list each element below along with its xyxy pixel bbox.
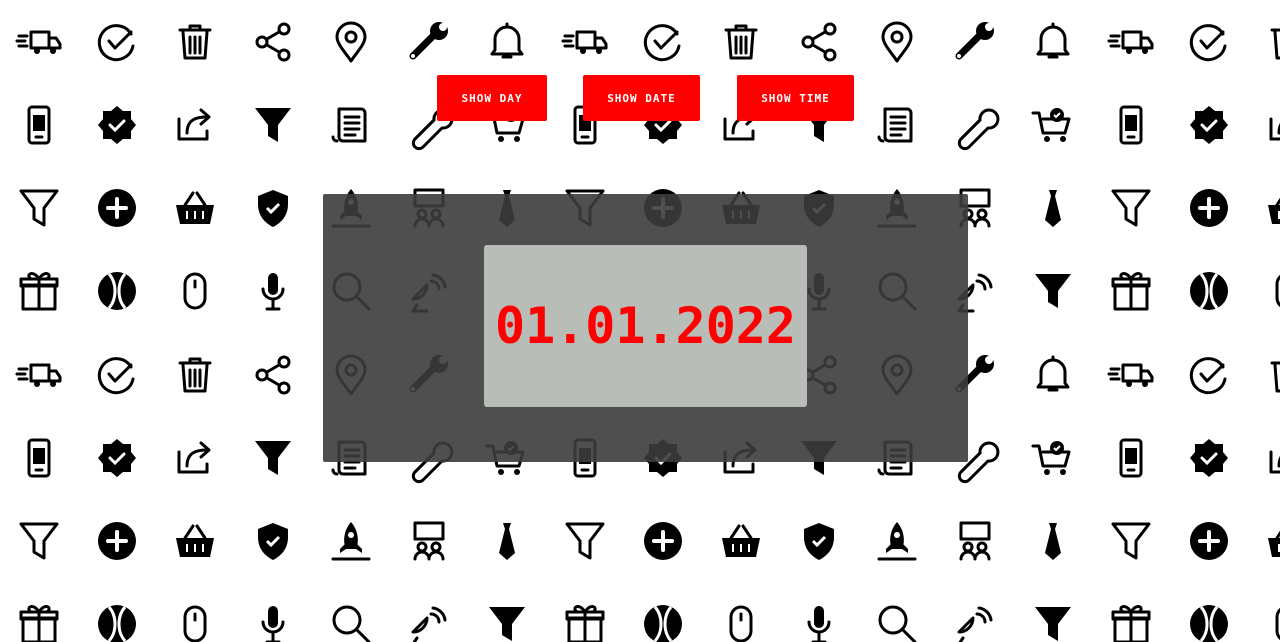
microphone-icon bbox=[261, 606, 285, 642]
filter-solid-icon bbox=[1035, 607, 1071, 641]
ball-icon bbox=[1190, 605, 1228, 642]
show-time-button[interactable]: SHOW TIME bbox=[737, 75, 854, 121]
wrench-icon bbox=[955, 22, 994, 60]
ball-icon bbox=[644, 605, 682, 642]
trash-icon bbox=[1270, 361, 1280, 393]
check-circle-icon bbox=[97, 24, 135, 62]
cart-check-icon bbox=[1031, 108, 1071, 142]
gift-icon bbox=[19, 272, 59, 311]
share-icon bbox=[801, 22, 837, 62]
shield-check-icon bbox=[258, 523, 288, 560]
scroll-icon bbox=[331, 107, 367, 143]
share-out-icon bbox=[1269, 450, 1280, 474]
check-circle-icon bbox=[97, 357, 135, 395]
share-icon bbox=[255, 355, 291, 395]
search-icon bbox=[878, 605, 917, 642]
truck-icon bbox=[15, 30, 62, 54]
filter-icon bbox=[19, 522, 59, 560]
ball-icon bbox=[98, 272, 136, 310]
basket-icon bbox=[176, 191, 214, 224]
tie-icon bbox=[499, 523, 515, 560]
show-date-button[interactable]: SHOW DATE bbox=[583, 75, 700, 121]
plus-circle-icon bbox=[98, 522, 136, 560]
bell-icon bbox=[1036, 355, 1070, 392]
microphone-icon bbox=[807, 606, 831, 642]
microphone-icon bbox=[261, 273, 285, 311]
share-icon bbox=[255, 22, 291, 62]
trash-icon bbox=[178, 24, 212, 60]
gift-icon bbox=[19, 605, 59, 642]
search-icon bbox=[332, 605, 371, 642]
bell-icon bbox=[490, 22, 524, 59]
filter-icon bbox=[1111, 522, 1151, 560]
meeting-icon bbox=[413, 521, 445, 561]
date-display-value: 01.01.2022 bbox=[494, 297, 797, 355]
plus-circle-icon bbox=[1190, 189, 1228, 227]
gift-icon bbox=[1111, 272, 1151, 311]
meeting-icon bbox=[959, 521, 991, 561]
filter-icon bbox=[19, 189, 59, 227]
truck-icon bbox=[1107, 30, 1154, 54]
truck-icon bbox=[15, 363, 62, 387]
verified-badge-icon bbox=[1190, 439, 1228, 477]
map-pin-icon bbox=[881, 21, 913, 63]
plus-circle-icon bbox=[644, 522, 682, 560]
verified-badge-icon bbox=[1190, 106, 1228, 144]
filter-solid-icon bbox=[1035, 274, 1071, 308]
wrench-outline-icon bbox=[957, 108, 1000, 151]
filter-solid-icon bbox=[255, 108, 291, 142]
rocket-icon bbox=[331, 522, 371, 561]
shield-check-icon bbox=[804, 523, 834, 560]
verified-badge-icon bbox=[98, 439, 136, 477]
bell-icon bbox=[1036, 22, 1070, 59]
satellite-icon bbox=[411, 606, 447, 642]
show-day-button[interactable]: SHOW DAY bbox=[437, 75, 547, 121]
verified-badge-icon bbox=[98, 106, 136, 144]
scroll-icon bbox=[877, 107, 913, 143]
plus-circle-icon bbox=[1190, 522, 1228, 560]
mouse-icon bbox=[183, 272, 207, 310]
plus-circle-icon bbox=[98, 189, 136, 227]
check-circle-icon bbox=[1189, 24, 1227, 62]
check-circle-icon bbox=[1189, 357, 1227, 395]
basket-icon bbox=[1268, 197, 1280, 224]
check-circle-icon bbox=[643, 24, 681, 62]
basket-icon bbox=[1268, 530, 1280, 557]
filter-solid-icon bbox=[489, 607, 525, 641]
ball-icon bbox=[98, 605, 136, 642]
trash-icon bbox=[724, 24, 758, 60]
gift-icon bbox=[565, 605, 605, 642]
gift-icon bbox=[1111, 605, 1151, 642]
basket-icon bbox=[722, 524, 760, 557]
filter-solid-icon bbox=[255, 441, 291, 475]
mouse-icon bbox=[183, 605, 207, 642]
truck-icon bbox=[561, 30, 608, 54]
tie-icon bbox=[1045, 523, 1061, 560]
shield-check-icon bbox=[258, 190, 288, 227]
phone-icon bbox=[1119, 438, 1143, 478]
trash-icon bbox=[178, 357, 212, 393]
app-stage: SHOW DAY SHOW DATE SHOW TIME 01.01.2022 bbox=[0, 0, 1280, 642]
ball-icon bbox=[1190, 272, 1228, 310]
date-display-panel: 01.01.2022 bbox=[484, 245, 807, 407]
map-pin-icon bbox=[335, 21, 367, 63]
share-out-icon bbox=[177, 108, 211, 141]
rocket-icon bbox=[877, 522, 917, 561]
share-out-icon bbox=[177, 441, 211, 474]
phone-icon bbox=[1119, 105, 1143, 145]
mouse-icon bbox=[729, 605, 753, 642]
trash-icon bbox=[1270, 28, 1280, 60]
truck-icon bbox=[1107, 363, 1154, 387]
share-out-icon bbox=[1269, 117, 1280, 141]
satellite-icon bbox=[957, 606, 993, 642]
filter-icon bbox=[565, 522, 605, 560]
wrench-icon bbox=[409, 22, 448, 60]
phone-icon bbox=[27, 105, 51, 145]
phone-icon bbox=[27, 438, 51, 478]
cart-check-icon bbox=[1031, 441, 1071, 475]
filter-icon bbox=[1111, 189, 1151, 227]
basket-icon bbox=[176, 524, 214, 557]
tie-icon bbox=[1045, 190, 1061, 227]
